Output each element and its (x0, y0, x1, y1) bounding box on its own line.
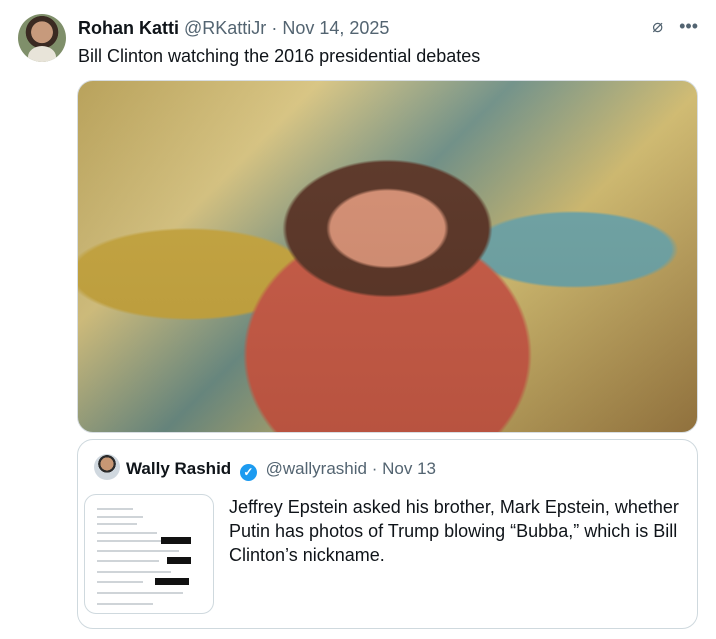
quoted-author-name[interactable]: Wally Rashid (126, 459, 231, 478)
document-line (97, 592, 183, 594)
more-icon[interactable]: ••• (679, 16, 698, 36)
tweet-image[interactable] (77, 80, 698, 433)
document-line (97, 532, 157, 534)
redaction-block (155, 578, 189, 585)
quoted-author-handle[interactable]: @wallyrashid (266, 459, 367, 478)
verified-icon: ✓ (239, 464, 257, 481)
document-line (97, 523, 137, 525)
tweet-header: Rohan Katti @RKattiJr · Nov 14, 2025 (78, 16, 389, 40)
document-line (97, 560, 159, 562)
redaction-block (161, 537, 191, 544)
quoted-date-separator: · (371, 459, 378, 478)
author-handle[interactable]: @RKattiJr (184, 18, 266, 38)
quoted-author-avatar[interactable] (94, 454, 120, 480)
document-line (97, 540, 169, 542)
tweet-text: Bill Clinton watching the 2016 president… (78, 46, 481, 66)
date-separator: · (271, 18, 278, 38)
grok-icon[interactable]: ⌀ (652, 16, 663, 36)
quoted-tweet[interactable]: Wally Rashid ✓ @wallyrashid · Nov 13 Jef… (77, 439, 698, 629)
document-line (97, 571, 171, 573)
document-line (97, 581, 143, 583)
document-line (97, 508, 133, 510)
quoted-tweet-header: Wally Rashid ✓ @wallyrashid · Nov 13 (126, 458, 436, 481)
redaction-block (167, 557, 191, 564)
quoted-tweet-text: Jeffrey Epstein asked his brother, Mark … (229, 497, 679, 565)
author-avatar[interactable] (18, 14, 66, 62)
tweet-date[interactable]: Nov 14, 2025 (282, 18, 389, 38)
tweet-actions-top: ⌀ ••• (652, 16, 698, 36)
document-line (97, 550, 179, 552)
author-name[interactable]: Rohan Katti (78, 18, 179, 38)
document-thumbnail[interactable] (84, 494, 214, 614)
quoted-tweet-date[interactable]: Nov 13 (382, 459, 436, 478)
document-line (97, 603, 153, 605)
image-shading (78, 81, 697, 432)
document-line (97, 516, 143, 518)
